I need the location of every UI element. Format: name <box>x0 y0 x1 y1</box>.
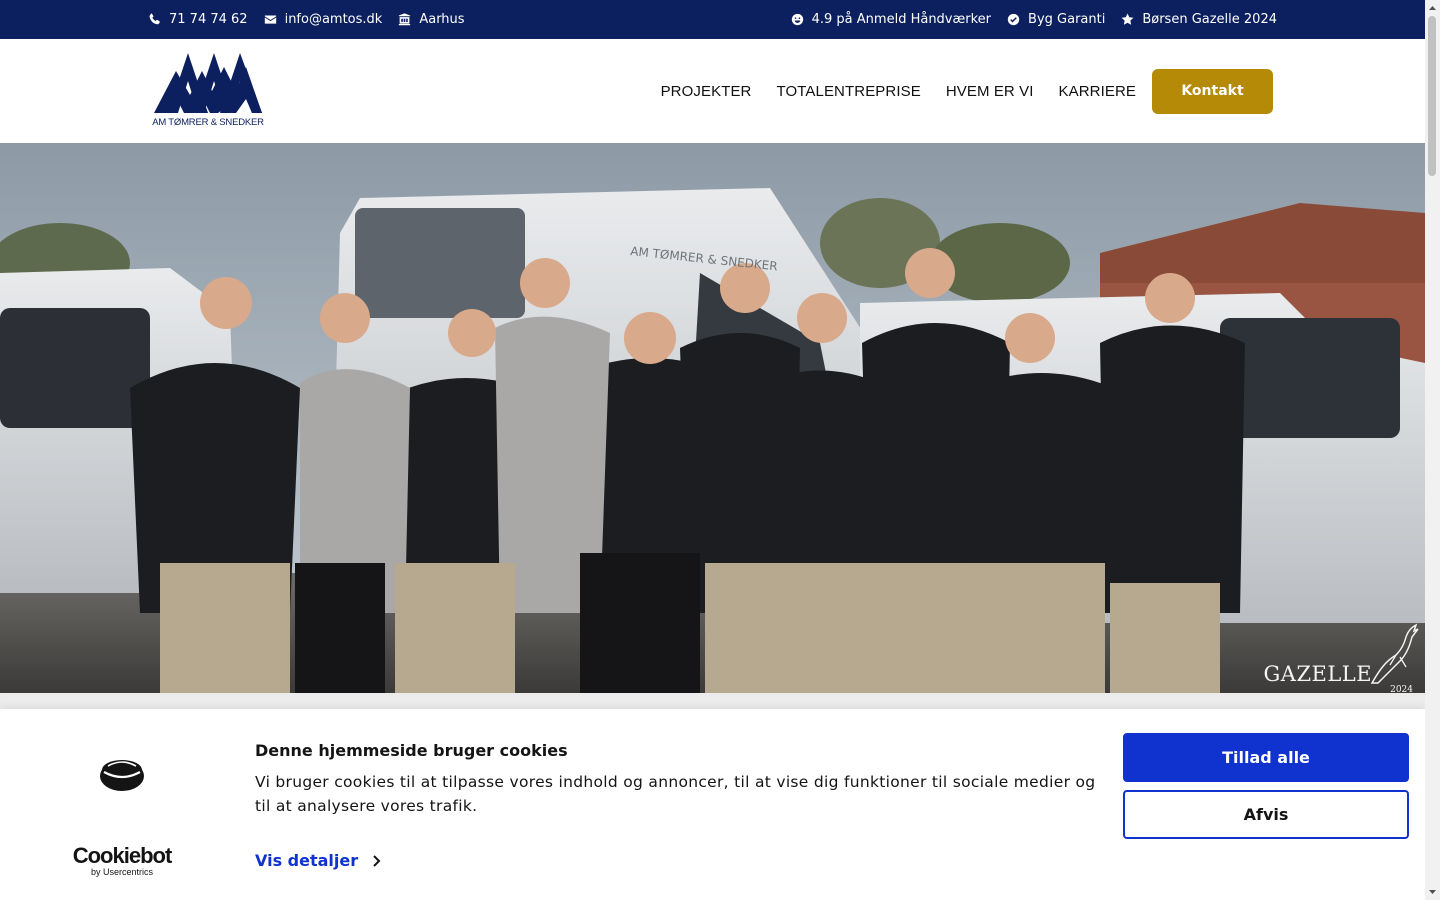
guarantee-item[interactable]: Byg Garanti <box>1007 12 1105 27</box>
nav-karriere[interactable]: KARRIERE <box>1059 83 1137 100</box>
site-logo[interactable]: AM TØMRER & SNEDKER <box>152 53 264 131</box>
check-circle-icon <box>1007 13 1020 26</box>
page: 71 74 74 62 info@amtos.dk Aarhus 4.9 på … <box>0 0 1440 900</box>
logo-wordmark: AM TØMRER & SNEDKER <box>152 117 264 128</box>
cookie-title: Denne hjemmeside bruger cookies <box>255 741 568 760</box>
nav-totalentreprise[interactable]: TOTALENTREPRISE <box>777 83 921 100</box>
top-info-bar: 71 74 74 62 info@amtos.dk Aarhus 4.9 på … <box>0 0 1425 39</box>
award-text: Børsen Gazelle 2024 <box>1142 12 1277 27</box>
show-details-link[interactable]: Vis detaljer <box>255 851 382 870</box>
email-address: info@amtos.dk <box>284 12 383 27</box>
phone-number: 71 74 74 62 <box>169 12 248 27</box>
nav-projekter[interactable]: PROJEKTER <box>661 83 752 100</box>
gazelle-year: 2024 <box>1390 685 1413 693</box>
rating-text: 4.9 på Anmeld Håndværker <box>811 12 992 27</box>
phone-link[interactable]: 71 74 74 62 <box>148 12 248 27</box>
section-divider <box>0 693 1425 709</box>
guarantee-text: Byg Garanti <box>1028 12 1106 27</box>
building-icon <box>399 13 411 26</box>
top-bar-contact: 71 74 74 62 info@amtos.dk Aarhus <box>148 0 481 39</box>
gazelle-antelope-icon <box>1370 623 1419 684</box>
vertical-scrollbar[interactable] <box>1425 0 1440 900</box>
chevron-right-icon <box>373 854 381 867</box>
hero-team-photo: AM TØMRER & SNEDKER GAZELLE 2024 <box>0 143 1425 693</box>
email-link[interactable]: info@amtos.dk <box>264 12 383 27</box>
scroll-thumb[interactable] <box>1428 16 1436 176</box>
nav-hvem-er-vi[interactable]: HVEM ER VI <box>946 83 1034 100</box>
phone-icon <box>149 13 160 25</box>
deny-button[interactable]: Afvis <box>1123 790 1409 839</box>
scroll-down-arrow-icon[interactable] <box>1428 887 1437 896</box>
envelope-icon <box>264 15 276 24</box>
cookie-description: Vi bruger cookies til at tilpasse vores … <box>255 773 1096 815</box>
contact-button[interactable]: Kontakt <box>1152 68 1273 114</box>
cookie-logo-icon <box>100 760 144 791</box>
site-header: AM TØMRER & SNEDKER PROJEKTER TOTALENTRE… <box>0 39 1425 143</box>
top-bar-badges: 4.9 på Anmeld Håndværker Byg Garanti Bør… <box>775 0 1277 39</box>
cookie-banner: Cookiebot by Usercentrics Denne hjemmesi… <box>0 709 1425 900</box>
cookiebot-name: Cookiebot <box>72 843 173 868</box>
scroll-up-arrow-icon[interactable] <box>1428 4 1437 13</box>
rating-item[interactable]: 4.9 på Anmeld Håndværker <box>791 12 991 27</box>
star-icon <box>1121 13 1134 25</box>
city-item: Aarhus <box>398 12 465 27</box>
main-nav: PROJEKTER TOTALENTREPRISE HVEM ER VI KAR… <box>661 68 1273 114</box>
award-item[interactable]: Børsen Gazelle 2024 <box>1121 12 1277 27</box>
gazelle-badge: GAZELLE 2024 <box>1263 621 1419 693</box>
team-photo-illustration: AM TØMRER & SNEDKER <box>0 143 1425 693</box>
cookiebot-by: by Usercentrics <box>90 867 153 877</box>
allow-all-button[interactable]: Tillad alle <box>1123 733 1409 782</box>
cookiebot-brand[interactable]: Cookiebot by Usercentrics <box>70 843 174 878</box>
logo-mark-icon <box>154 53 262 113</box>
show-details-label: Vis detaljer <box>255 851 359 870</box>
gazelle-text: GAZELLE <box>1263 662 1373 686</box>
smile-icon <box>791 13 803 26</box>
city-name: Aarhus <box>419 12 465 27</box>
